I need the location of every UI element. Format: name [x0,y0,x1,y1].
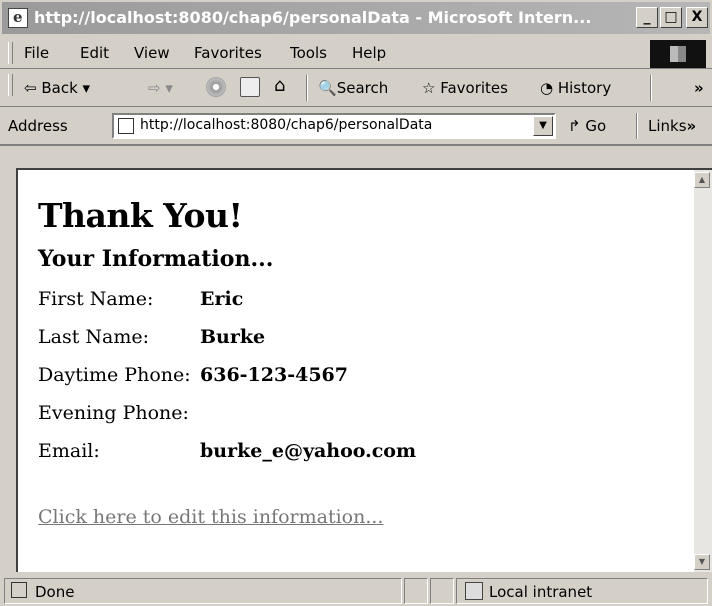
forward-arrow-icon: ⇨ ▾ [148,79,173,97]
maximize-button[interactable]: □ [660,7,682,28]
intranet-icon [465,582,483,600]
favorites-icon: ☆ [422,79,441,97]
page-title: Thank You! [38,196,243,235]
browser-window: http://localhost:8080/chap6/personalData… [0,0,712,606]
links-button[interactable]: Links» [648,117,696,135]
links-label: Links [648,117,687,135]
address-input[interactable]: http://localhost:8080/chap6/personalData… [112,113,556,139]
history-button[interactable]: ◔ History [540,79,611,97]
page-icon [118,118,134,134]
menu-view[interactable]: View [134,44,170,62]
menu-favorites[interactable]: Favorites [194,44,262,62]
search-icon: 🔍 [318,79,337,97]
last-name-label: Last Name: [38,326,149,348]
page-subtitle: Your Information... [38,246,274,272]
daytime-phone-value: 636-123-4567 [200,364,348,386]
address-separator [636,113,638,139]
history-label: History [557,79,612,97]
home-icon[interactable]: ⌂ [274,75,285,96]
toolbar-separator [306,75,308,101]
refresh-icon[interactable] [240,77,260,97]
menu-file[interactable]: File [24,44,49,62]
minimize-button[interactable]: _ [636,7,658,28]
favorites-label: Favorites [440,79,508,97]
search-button[interactable]: 🔍Search [318,79,388,97]
menu-edit[interactable]: Edit [80,44,109,62]
zone-panel: Local intranet [456,578,708,604]
vertical-scrollbar[interactable]: ▲ ▼ [694,168,712,572]
first-name-value: Eric [200,288,244,310]
menu-grip[interactable] [8,42,13,64]
search-label: Search [336,79,389,97]
back-dropdown-icon: ▾ [77,79,91,97]
go-button[interactable]: ↱ Go [568,117,606,135]
scroll-up-icon[interactable]: ▲ [694,172,710,188]
toolbar-grip[interactable] [8,74,13,96]
evening-phone-label: Evening Phone: [38,402,189,424]
status-text: Done [35,583,75,601]
menu-bar: File Edit View Favorites Tools Help [0,38,712,69]
close-button[interactable]: X [686,7,708,28]
address-label: Address [8,117,68,135]
forward-button[interactable]: ⇨ ▾ [148,79,173,97]
status-panel: Done [4,578,402,604]
page-content: Thank You! Your Information... First Nam… [16,168,694,572]
ie-page-icon [8,8,28,28]
back-arrow-icon: ⇦ [24,79,42,97]
address-value[interactable]: http://localhost:8080/chap6/personalData [140,117,432,133]
status-bar: Done Local intranet [0,574,712,606]
daytime-phone-label: Daytime Phone: [38,364,191,386]
links-chevron-icon: » [686,117,697,135]
favorites-button[interactable]: ☆ Favorites [422,79,508,97]
email-value: burke_e@yahoo.com [200,440,417,462]
email-label: Email: [38,440,100,462]
back-label: Back [41,79,78,97]
security-zone: Local intranet [489,583,593,601]
toolbar-chevron-icon[interactable]: » [694,79,704,97]
history-icon: ◔ [540,79,558,97]
windows-logo-icon [650,40,706,68]
back-button[interactable]: ⇦ Back ▾ [24,79,90,97]
page-done-icon [11,582,27,598]
menu-help[interactable]: Help [352,44,386,62]
go-label: Go [585,117,607,135]
first-name-label: First Name: [38,288,154,310]
status-panel-empty [404,578,428,604]
menu-tools[interactable]: Tools [290,44,327,62]
toolbar-separator [650,75,652,101]
standard-toolbar: ⇦ Back ▾ ⇨ ▾ ⌂ 🔍Search ☆ Favorites ◔ His… [0,70,712,107]
status-panel-empty [430,578,454,604]
scroll-down-icon[interactable]: ▼ [694,554,710,570]
address-bar: Address http://localhost:8080/chap6/pers… [0,108,712,146]
address-dropdown-icon[interactable]: ▼ [533,116,553,136]
stop-icon[interactable] [206,77,226,97]
last-name-value: Burke [200,326,266,348]
window-title: http://localhost:8080/chap6/personalData… [34,8,592,27]
edit-information-link[interactable]: Click here to edit this information... [38,506,383,528]
title-bar: http://localhost:8080/chap6/personalData… [2,2,710,34]
go-arrow-icon: ↱ [568,117,586,135]
